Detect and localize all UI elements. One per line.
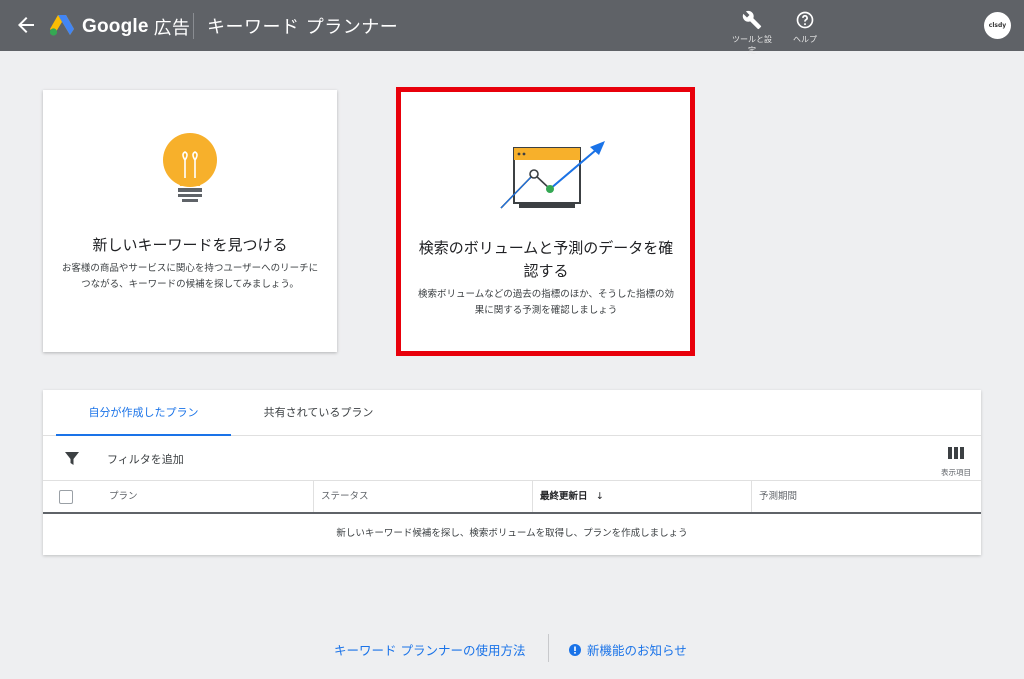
brand-google: Google: [82, 16, 149, 37]
column-plan[interactable]: プラン: [109, 481, 138, 512]
avatar[interactable]: clsdy: [984, 12, 1011, 39]
column-last-updated[interactable]: 最終更新日 ↓: [532, 481, 751, 512]
brand-name: Google 広告: [82, 14, 190, 40]
announcement-icon: [569, 643, 581, 656]
columns-label: 表示項目: [941, 468, 971, 477]
lightbulb-icon: [160, 130, 220, 214]
discover-card-title: 新しいキーワードを見つける: [92, 236, 288, 254]
column-last-updated-label: 最終更新日: [540, 491, 588, 502]
columns-button[interactable]: 表示項目: [939, 444, 973, 478]
back-arrow-icon[interactable]: [14, 13, 38, 37]
avatar-text: clsdy: [988, 22, 1007, 29]
help-label: ヘルプ: [793, 35, 817, 44]
table-header: プラン ステータス 最終更新日 ↓ 予測期間: [43, 481, 981, 514]
tools-settings-button[interactable]: ツールと設定: [729, 10, 775, 56]
brand-ads: 広告: [153, 18, 191, 38]
google-ads-logo-icon: [49, 13, 75, 37]
add-filter-button[interactable]: フィルタを追加: [107, 451, 184, 467]
footer-divider: [548, 634, 549, 662]
header-divider: [193, 13, 194, 39]
forecast-card-description: 検索ボリュームなどの過去の指標のほか、そうした指標の効果に関する予測を確認しまし…: [417, 289, 675, 316]
search-volume-forecast-card[interactable]: 検索のボリュームと予測のデータを確認する 検索ボリュームなどの過去の指標のほか、…: [396, 87, 695, 356]
trend-chart-icon: [497, 138, 609, 214]
top-bar: Google 広告 キーワード プランナー ツールと設定 ヘルプ clsdy: [0, 0, 1024, 55]
column-status[interactable]: ステータス: [313, 481, 532, 512]
whats-new-link[interactable]: 新機能のお知らせ: [569, 640, 687, 659]
plans-tabs: 自分が作成したプラン 共有されているプラン: [43, 390, 981, 436]
plans-panel: 自分が作成したプラン 共有されているプラン フィルタを追加 表示項目 プラン ス…: [43, 390, 981, 555]
wrench-icon: [742, 10, 762, 30]
filter-icon[interactable]: [65, 451, 79, 470]
page-title: キーワード プランナー: [207, 17, 399, 38]
forecast-card-title: 検索のボリュームと予測のデータを確認する: [418, 239, 674, 280]
discover-keywords-card[interactable]: 新しいキーワードを見つける お客様の商品やサービスに関心を持つユーザーへのリーチ…: [43, 90, 337, 352]
filter-bar: フィルタを追加 表示項目: [43, 436, 981, 481]
whats-new-label: 新機能のお知らせ: [587, 643, 687, 658]
tab-my-plans[interactable]: 自分が作成したプラン: [56, 390, 231, 436]
columns-icon: [948, 447, 964, 459]
tab-shared-plans[interactable]: 共有されているプラン: [231, 390, 406, 436]
help-button[interactable]: ヘルプ: [782, 10, 828, 45]
how-to-use-link[interactable]: キーワード プランナーの使用方法: [334, 640, 525, 659]
tools-settings-label: ツールと設定: [732, 35, 772, 55]
column-forecast-period[interactable]: 予測期間: [751, 481, 981, 512]
discover-card-description: お客様の商品やサービスに関心を持つユーザーへのリーチにつながる、キーワードの候補…: [61, 263, 319, 290]
help-circle-icon: [796, 11, 814, 29]
sort-arrow-icon: ↓: [595, 491, 604, 502]
select-all-checkbox[interactable]: [59, 490, 73, 504]
empty-state-message: 新しいキーワード候補を探し、検索ボリュームを取得し、プランを作成しましょう: [336, 528, 688, 539]
